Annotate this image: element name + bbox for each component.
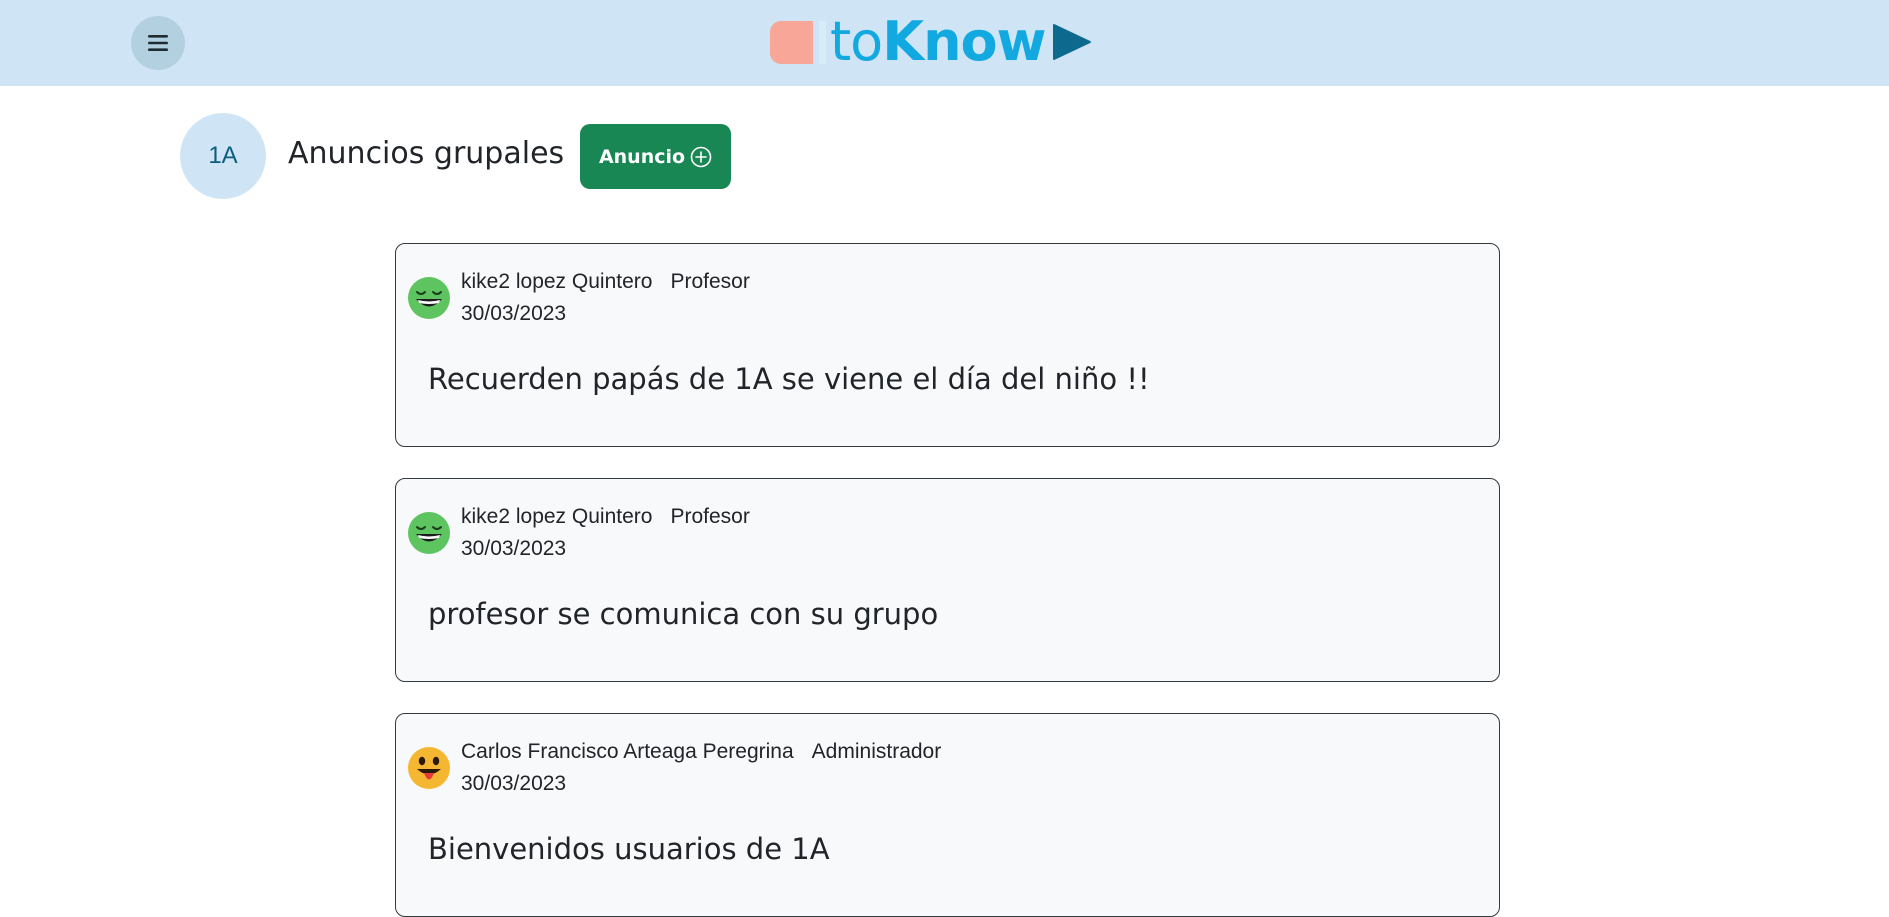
play-icon — [1052, 24, 1091, 60]
grinning-face-green-icon — [408, 277, 450, 319]
announcement-role: Administrador — [811, 740, 942, 763]
new-announcement-button[interactable]: Anuncio — [580, 124, 731, 189]
announcement-message: Recuerden papás de 1A se viene el día de… — [428, 362, 1150, 396]
announcement-message: profesor se comunica con su grupo — [428, 597, 939, 631]
announcement-message: Bienvenidos usuarios de 1A — [428, 832, 830, 866]
tongue-out-face-yellow-icon — [408, 747, 450, 789]
announcement-author-line: Carlos Francisco Arteaga Peregrina Admini… — [461, 740, 941, 764]
announcement-card: kike2 lopez Quintero Profesor 30/03/2023 … — [395, 243, 1500, 447]
menu-toggle-button[interactable] — [131, 16, 185, 70]
announcement-author: kike2 lopez Quintero — [461, 270, 653, 293]
logo-text-light: to — [830, 10, 883, 73]
logo-accent-bar — [819, 20, 826, 64]
hamburger-menu-icon — [148, 35, 168, 51]
announcement-date: 30/03/2023 — [461, 772, 567, 795]
announcement-role: Profesor — [670, 270, 750, 293]
logo-text-bold: Know — [882, 10, 1046, 73]
logo-text: toKnow — [830, 14, 1047, 70]
top-navbar: toKnow — [0, 0, 1889, 86]
announcement-role: Profesor — [670, 505, 750, 528]
announcement-author: Carlos Francisco Arteaga Peregrina — [461, 740, 794, 763]
announcement-card: kike2 lopez Quintero Profesor 30/03/2023 … — [395, 478, 1500, 682]
announcement-author: kike2 lopez Quintero — [461, 505, 653, 528]
announcement-card: Carlos Francisco Arteaga Peregrina Admini… — [395, 713, 1500, 917]
announcement-author-line: kike2 lopez Quintero Profesor — [461, 270, 750, 294]
group-badge: 1A — [180, 113, 266, 199]
announcement-date: 30/03/2023 — [461, 302, 567, 325]
logo-accent-block — [770, 20, 813, 64]
plus-circle-icon — [690, 146, 712, 167]
page-title: Anuncios grupales — [288, 136, 565, 171]
grinning-face-green-icon — [408, 512, 450, 554]
new-announcement-label: Anuncio — [598, 145, 686, 168]
announcement-author-line: kike2 lopez Quintero Profesor — [461, 505, 750, 529]
toknow-logo[interactable]: toKnow — [770, 14, 1092, 70]
announcement-date: 30/03/2023 — [461, 537, 567, 560]
